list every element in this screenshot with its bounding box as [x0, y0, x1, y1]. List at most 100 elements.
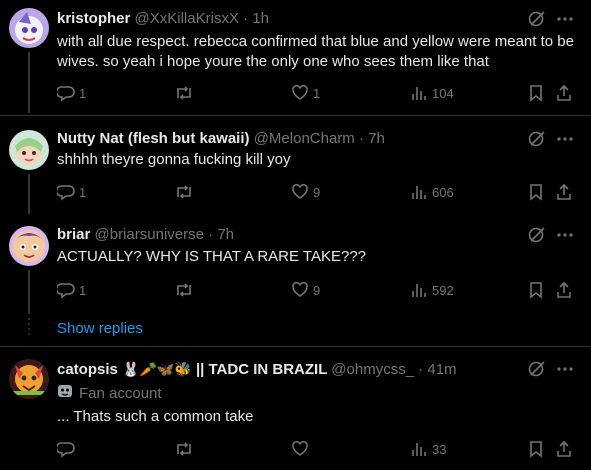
reply-button[interactable]: 1: [57, 83, 86, 103]
thread-line: [28, 174, 30, 214]
bookmark-button[interactable]: [527, 280, 545, 300]
reply-button[interactable]: [57, 439, 79, 459]
views-button[interactable]: 592: [410, 280, 454, 300]
repost-icon: [174, 84, 194, 102]
separator: ·: [208, 226, 214, 243]
repost-icon: [174, 440, 194, 458]
post-text: ACTUALLY? WHY IS THAT A RARE TAKE???: [57, 248, 367, 265]
thread-line: [28, 52, 30, 113]
action-bar: 1 1 104: [57, 83, 577, 103]
repost-icon: [174, 183, 194, 201]
reply-button[interactable]: 1: [57, 280, 86, 300]
fan-account-badge: Fan account: [57, 383, 162, 405]
avatar[interactable]: [9, 8, 49, 48]
share-button[interactable]: [555, 83, 573, 103]
bookmark-icon: [527, 281, 545, 299]
display-name[interactable]: briar: [57, 226, 90, 243]
grok-icon[interactable]: [528, 10, 546, 28]
separator: ·: [243, 10, 249, 27]
repost-button[interactable]: [174, 439, 198, 459]
share-button[interactable]: [555, 280, 573, 300]
reply-icon: [57, 440, 75, 458]
repost-icon: [174, 281, 194, 299]
reply-icon: [57, 183, 75, 201]
handle[interactable]: @briarsuniverse: [95, 226, 204, 243]
handle[interactable]: @MelonCharm: [254, 130, 355, 147]
bookmark-icon: [527, 183, 545, 201]
views-button[interactable]: 33: [410, 439, 446, 459]
post-catopsis[interactable]: catopsis 🐰🥕🦋🐝 || TADC IN BRAZIL @ohmycss…: [0, 347, 591, 470]
views-icon: [410, 84, 428, 102]
bookmark-button[interactable]: [527, 439, 545, 459]
display-name-emojis: 🐰🥕🦋🐝: [122, 361, 192, 377]
timestamp[interactable]: 7h: [217, 226, 234, 243]
post-briar[interactable]: briar @briarsuniverse · 7h ACTUALLY? WHY…: [0, 214, 591, 314]
like-button[interactable]: 1: [291, 83, 320, 103]
like-count: 9: [313, 184, 321, 200]
handle[interactable]: @ohmycss_: [331, 361, 414, 378]
action-bar: 1 9 592: [57, 280, 577, 300]
share-icon: [555, 84, 573, 102]
timestamp[interactable]: 7h: [368, 130, 385, 147]
handle[interactable]: @XxKillaKrisxX: [135, 10, 239, 27]
repost-button[interactable]: [174, 182, 198, 202]
grok-icon[interactable]: [528, 130, 546, 148]
timestamp[interactable]: 41m: [427, 361, 456, 378]
grok-icon[interactable]: [528, 360, 546, 378]
grok-icon[interactable]: [528, 226, 546, 244]
separator: ·: [418, 361, 424, 378]
display-name-suffix: || TADC IN BRAZIL: [195, 361, 328, 378]
show-replies-link[interactable]: Show replies: [57, 319, 143, 339]
post-text: shhhh theyre gonna fucking kill yoy: [57, 151, 291, 168]
post-header: briar @briarsuniverse · 7h: [57, 225, 234, 245]
like-button[interactable]: 9: [291, 182, 320, 202]
post-nutty-nat[interactable]: Nutty Nat (flesh but kawaii) @MelonCharm…: [0, 116, 591, 214]
timestamp[interactable]: 1h: [252, 10, 269, 27]
reply-count: 1: [79, 184, 87, 200]
action-bar: 1 9 606: [57, 182, 577, 202]
reply-icon: [57, 281, 75, 299]
display-name[interactable]: Nutty Nat (flesh but kawaii): [57, 130, 250, 147]
share-button[interactable]: [555, 182, 573, 202]
views-count: 104: [432, 85, 454, 101]
more-icon[interactable]: [556, 226, 574, 244]
more-icon[interactable]: [556, 130, 574, 148]
like-button[interactable]: 9: [291, 280, 320, 300]
views-button[interactable]: 606: [410, 182, 454, 202]
like-icon: [291, 281, 309, 299]
share-icon: [555, 440, 573, 458]
like-button[interactable]: [291, 439, 313, 459]
thread-line: [28, 270, 30, 314]
reply-button[interactable]: 1: [57, 182, 86, 202]
bookmark-button[interactable]: [527, 182, 545, 202]
bookmark-icon: [527, 84, 545, 102]
views-count: 592: [432, 282, 454, 298]
more-icon[interactable]: [556, 360, 574, 378]
display-name[interactable]: kristopher: [57, 10, 130, 27]
bookmark-button[interactable]: [527, 83, 545, 103]
views-icon: [410, 281, 428, 299]
views-button[interactable]: 104: [410, 83, 454, 103]
post-kristopher[interactable]: kristopher @XxKillaKrisxX · 1h with all …: [0, 0, 591, 113]
reply-icon: [57, 84, 75, 102]
share-icon: [555, 183, 573, 201]
like-count: 1: [313, 85, 321, 101]
separator: ·: [358, 130, 364, 147]
avatar[interactable]: [9, 226, 49, 266]
display-name[interactable]: catopsis 🐰🥕🦋🐝 || TADC IN BRAZIL: [57, 361, 331, 378]
display-name-text: catopsis: [57, 361, 118, 378]
thread-dots: [28, 318, 30, 338]
like-icon: [291, 440, 309, 458]
views-count: 33: [432, 441, 447, 457]
like-icon: [291, 183, 309, 201]
share-button[interactable]: [555, 439, 573, 459]
post-text: with all due respect. rebecca confirmed …: [57, 33, 574, 70]
avatar[interactable]: [9, 359, 49, 399]
action-bar: 33: [57, 439, 577, 459]
share-icon: [555, 281, 573, 299]
repost-button[interactable]: [174, 280, 198, 300]
more-icon[interactable]: [556, 10, 574, 28]
repost-button[interactable]: [174, 83, 198, 103]
reply-count: 1: [79, 85, 87, 101]
avatar[interactable]: [9, 130, 49, 170]
